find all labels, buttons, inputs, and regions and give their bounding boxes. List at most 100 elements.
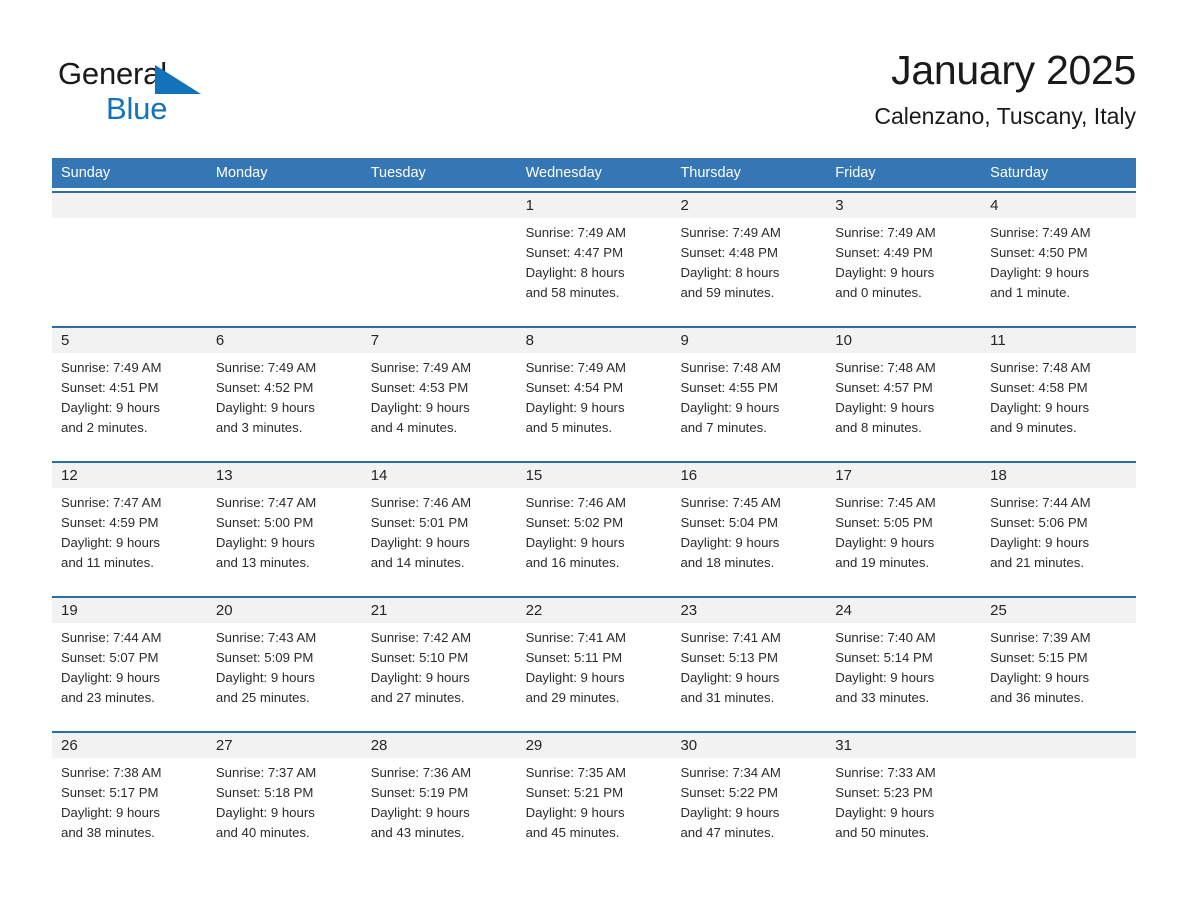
- day-sun-info: Sunrise: 7:45 AM Sunset: 5:05 PM Daylight:…: [826, 488, 981, 573]
- day-cell[interactable]: 9 Sunrise: 7:48 AM Sunset: 4:55 PM Daylight…: [671, 328, 827, 454]
- day-cell[interactable]: 25 Sunrise: 7:39 AM Sunset: 5:15 PM Dayligh…: [981, 598, 1137, 724]
- day-info-daylight-2: and 47 minutes.: [680, 825, 775, 840]
- day-info-daylight-2: and 58 minutes.: [525, 285, 620, 300]
- day-info-daylight-2: and 2 minutes.: [61, 420, 148, 435]
- day-cell[interactable]: 30 Sunrise: 7:34 AM Sunset: 5:22 PM Dayligh…: [671, 733, 827, 859]
- day-sun-info: Sunrise: 7:49 AM Sunset: 4:52 PM Daylight:…: [207, 353, 362, 438]
- day-info-daylight-1: Daylight: 9 hours: [835, 400, 935, 415]
- day-info-sunrise: Sunrise: 7:38 AM: [61, 765, 162, 780]
- day-cell[interactable]: 13 Sunrise: 7:47 AM Sunset: 5:00 PM Dayligh…: [206, 463, 362, 589]
- logo-text-blue: Blue: [106, 91, 168, 126]
- day-cell[interactable]: 4 Sunrise: 7:49 AM Sunset: 4:50 PM Daylight…: [981, 193, 1137, 319]
- day-info-sunset: Sunset: 5:04 PM: [680, 515, 778, 530]
- day-cell[interactable]: 11 Sunrise: 7:48 AM Sunset: 4:58 PM Dayligh…: [981, 328, 1137, 454]
- day-cell[interactable]: 27 Sunrise: 7:37 AM Sunset: 5:18 PM Dayligh…: [206, 733, 362, 859]
- day-info-daylight-1: Daylight: 9 hours: [990, 400, 1090, 415]
- day-info-daylight-2: and 19 minutes.: [835, 555, 930, 570]
- day-info-sunset: Sunset: 5:21 PM: [525, 785, 624, 800]
- day-info-sunset: Sunset: 4:52 PM: [215, 380, 314, 395]
- day-info-daylight-1: Daylight: 9 hours: [990, 265, 1090, 280]
- day-sun-info: Sunrise: 7:49 AM Sunset: 4:53 PM Daylight:…: [362, 353, 517, 438]
- day-cell-empty: [52, 193, 207, 319]
- day-cell[interactable]: 23 Sunrise: 7:41 AM Sunset: 5:13 PM Dayligh…: [671, 598, 827, 724]
- day-sun-info: Sunrise: 7:33 AM Sunset: 5:23 PM Daylight:…: [826, 758, 981, 843]
- day-info-daylight-1: Daylight: 9 hours: [525, 805, 625, 820]
- day-cell[interactable]: 12 Sunrise: 7:47 AM Sunset: 4:59 PM Dayligh…: [52, 463, 207, 589]
- day-info-daylight-1: Daylight: 9 hours: [370, 535, 470, 550]
- day-cell[interactable]: 8 Sunrise: 7:49 AM Sunset: 4:54 PM Daylight…: [516, 328, 672, 454]
- day-cell[interactable]: 6 Sunrise: 7:49 AM Sunset: 4:52 PM Daylight…: [206, 328, 362, 454]
- day-info-daylight-1: Daylight: 9 hours: [525, 535, 625, 550]
- calendar-week-row: 19 Sunrise: 7:44 AM Sunset: 5:07 PM Dayligh…: [52, 596, 1137, 724]
- day-info-sunset: Sunset: 4:49 PM: [835, 245, 933, 260]
- day-info-sunrise: Sunrise: 7:41 AM: [525, 630, 627, 645]
- day-cell[interactable]: 15 Sunrise: 7:46 AM Sunset: 5:02 PM Dayligh…: [516, 463, 672, 589]
- day-info-sunrise: Sunrise: 7:46 AM: [370, 495, 472, 510]
- day-info-daylight-1: Daylight: 9 hours: [525, 670, 625, 685]
- day-sun-info: Sunrise: 7:43 AM Sunset: 5:09 PM Daylight:…: [207, 623, 362, 708]
- day-cell[interactable]: 31 Sunrise: 7:33 AM Sunset: 5:23 PM Dayligh…: [826, 733, 982, 859]
- day-cell[interactable]: 1 Sunrise: 7:49 AM Sunset: 4:47 PM Daylight…: [516, 193, 672, 319]
- day-info-sunset: Sunset: 5:06 PM: [990, 515, 1088, 530]
- day-info-sunrise: Sunrise: 7:49 AM: [990, 225, 1091, 240]
- day-info-daylight-1: Daylight: 9 hours: [680, 805, 780, 820]
- day-info-daylight-1: Daylight: 9 hours: [61, 535, 160, 550]
- day-info-daylight-1: Daylight: 9 hours: [680, 535, 780, 550]
- day-cell[interactable]: 7 Sunrise: 7:49 AM Sunset: 4:53 PM Daylight…: [361, 328, 517, 454]
- day-info-sunset: Sunset: 5:09 PM: [215, 650, 314, 665]
- day-number: 19: [52, 598, 207, 623]
- day-cell[interactable]: 21 Sunrise: 7:42 AM Sunset: 5:10 PM Dayligh…: [361, 598, 517, 724]
- day-number: 13: [206, 463, 362, 488]
- day-cell[interactable]: 3 Sunrise: 7:49 AM Sunset: 4:49 PM Daylight…: [826, 193, 982, 319]
- day-info-sunrise: Sunrise: 7:43 AM: [215, 630, 317, 645]
- day-info-daylight-1: Daylight: 9 hours: [215, 670, 315, 685]
- day-info-daylight-2: and 3 minutes.: [215, 420, 303, 435]
- weekday-header-thursday: Thursday: [680, 165, 741, 181]
- day-cell[interactable]: 28 Sunrise: 7:36 AM Sunset: 5:19 PM Dayligh…: [361, 733, 517, 859]
- day-info-sunrise: Sunrise: 7:46 AM: [525, 495, 627, 510]
- day-info-daylight-2: and 38 minutes.: [61, 825, 155, 840]
- day-info-daylight-2: and 50 minutes.: [835, 825, 930, 840]
- day-info-daylight-2: and 25 minutes.: [215, 690, 310, 705]
- day-info-sunset: Sunset: 4:50 PM: [990, 245, 1088, 260]
- day-sun-info: Sunrise: 7:44 AM Sunset: 5:07 PM Daylight:…: [52, 623, 207, 708]
- day-cell[interactable]: 19 Sunrise: 7:44 AM Sunset: 5:07 PM Dayligh…: [52, 598, 207, 724]
- day-number: 25: [981, 598, 1137, 623]
- general-blue-logo[interactable]: General Blue: [58, 54, 258, 130]
- day-info-sunrise: Sunrise: 7:45 AM: [680, 495, 781, 510]
- day-info-daylight-2: and 0 minutes.: [835, 285, 922, 300]
- day-sun-info: Sunrise: 7:48 AM Sunset: 4:55 PM Daylight:…: [671, 353, 826, 438]
- weekday-header-saturday: Saturday: [990, 165, 1049, 181]
- day-number: 17: [826, 463, 982, 488]
- day-cell[interactable]: 2 Sunrise: 7:49 AM Sunset: 4:48 PM Daylight…: [671, 193, 827, 319]
- day-info-sunset: Sunset: 5:02 PM: [525, 515, 624, 530]
- day-cell[interactable]: 22 Sunrise: 7:41 AM Sunset: 5:11 PM Dayligh…: [516, 598, 672, 724]
- day-cell[interactable]: 16 Sunrise: 7:45 AM Sunset: 5:04 PM Dayligh…: [671, 463, 827, 589]
- day-cell[interactable]: 29 Sunrise: 7:35 AM Sunset: 5:21 PM Dayligh…: [516, 733, 672, 859]
- day-cell[interactable]: 20 Sunrise: 7:43 AM Sunset: 5:09 PM Dayligh…: [206, 598, 362, 724]
- day-number: 12: [52, 463, 207, 488]
- day-info-sunset: Sunset: 4:57 PM: [835, 380, 933, 395]
- day-cell[interactable]: 5 Sunrise: 7:49 AM Sunset: 4:51 PM Daylight…: [52, 328, 207, 454]
- day-cell[interactable]: 18 Sunrise: 7:44 AM Sunset: 5:06 PM Dayligh…: [981, 463, 1137, 589]
- day-info-sunset: Sunset: 5:00 PM: [215, 515, 314, 530]
- day-number: 15: [516, 463, 672, 488]
- day-sun-info: Sunrise: 7:44 AM Sunset: 5:06 PM Daylight:…: [981, 488, 1136, 573]
- day-number: 21: [361, 598, 517, 623]
- day-info-daylight-1: Daylight: 9 hours: [990, 535, 1090, 550]
- day-cell[interactable]: 24 Sunrise: 7:40 AM Sunset: 5:14 PM Dayligh…: [826, 598, 982, 724]
- day-cell[interactable]: 14 Sunrise: 7:46 AM Sunset: 5:01 PM Dayligh…: [361, 463, 517, 589]
- day-sun-info: Sunrise: 7:49 AM Sunset: 4:54 PM Daylight:…: [517, 353, 672, 438]
- day-number: [206, 193, 362, 218]
- day-sun-info: Sunrise: 7:40 AM Sunset: 5:14 PM Daylight:…: [826, 623, 981, 708]
- day-info-sunrise: Sunrise: 7:48 AM: [835, 360, 936, 375]
- calendar-week-row: 12 Sunrise: 7:47 AM Sunset: 4:59 PM Dayligh…: [52, 461, 1137, 589]
- day-cell[interactable]: 17 Sunrise: 7:45 AM Sunset: 5:05 PM Dayligh…: [826, 463, 982, 589]
- day-info-sunrise: Sunrise: 7:34 AM: [680, 765, 781, 780]
- day-cell[interactable]: 26 Sunrise: 7:38 AM Sunset: 5:17 PM Dayligh…: [52, 733, 207, 859]
- day-number: [52, 193, 207, 218]
- day-info-daylight-2: and 31 minutes.: [680, 690, 775, 705]
- day-info-sunrise: Sunrise: 7:48 AM: [680, 360, 781, 375]
- day-info-sunrise: Sunrise: 7:49 AM: [370, 360, 472, 375]
- day-cell[interactable]: 10 Sunrise: 7:48 AM Sunset: 4:57 PM Dayligh…: [826, 328, 982, 454]
